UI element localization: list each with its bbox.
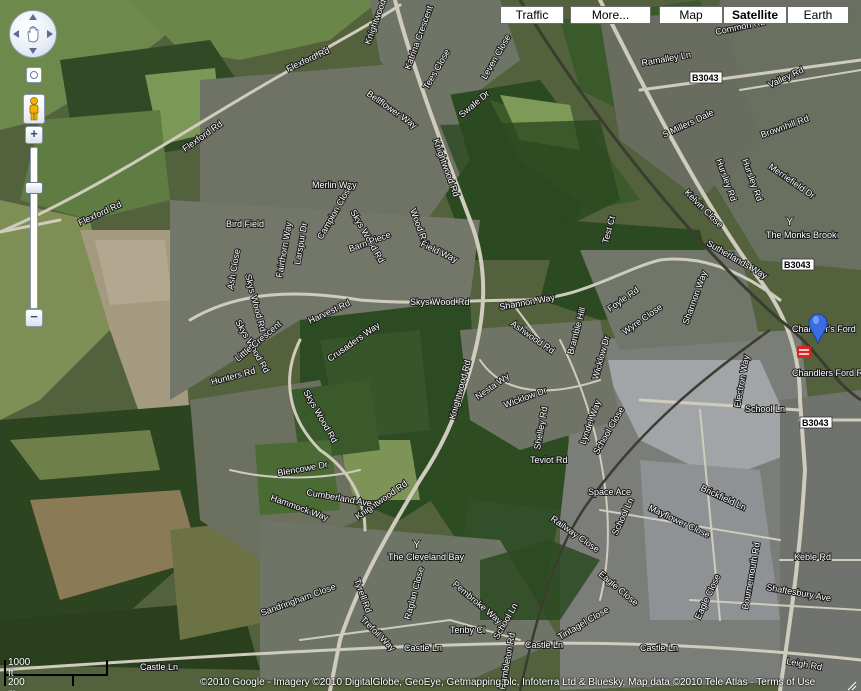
resize-handle-icon[interactable]: [847, 678, 857, 691]
pan-hand-icon: [27, 26, 39, 43]
attribution-text: ©2010 Google - Imagery ©2010 DigitalGlob…: [200, 677, 816, 688]
road-label: Castle Ln: [640, 643, 678, 653]
route-shield-b3043: B3043: [784, 260, 811, 270]
route-shield-b3043: B3043: [692, 73, 719, 83]
road-label: Castle Ln: [404, 643, 442, 653]
zoom-out-button[interactable]: −: [25, 309, 43, 327]
pegman-icon[interactable]: [23, 94, 45, 124]
pan-right-icon: [47, 30, 53, 38]
reset-button[interactable]: [26, 67, 42, 83]
road-label: Tenby Cl: [450, 625, 485, 635]
satellite-imagery[interactable]: Flexford Rd Flexford Rd Flexford Rd Knig…: [0, 0, 861, 691]
poi-label-space-ace: Space Ace: [588, 487, 631, 497]
map-button[interactable]: Map: [659, 6, 723, 24]
pan-left-icon: [13, 30, 19, 38]
road-label: Castle Ln: [140, 662, 178, 672]
traffic-button[interactable]: Traffic: [500, 6, 564, 24]
map-view[interactable]: Flexford Rd Flexford Rd Flexford Rd Knig…: [0, 0, 861, 691]
zoom-slider-thumb[interactable]: [25, 182, 43, 194]
road-label: Castle Ln: [525, 640, 563, 650]
pub-icon: Y: [413, 539, 421, 551]
poi-label-the-cleveland-bay: The Cleveland Bay: [388, 552, 465, 562]
road-label: Keble Rd: [794, 552, 831, 562]
rail-station-icon: [797, 346, 811, 358]
more-button[interactable]: More...: [570, 6, 651, 24]
land-cover: [0, 0, 861, 691]
road-label: School Ln: [745, 404, 785, 414]
pub-icon: Y: [786, 216, 794, 228]
zoom-slider[interactable]: [30, 147, 38, 309]
scale-metric: 200 m: [8, 677, 25, 691]
poi-label-the-monks-brook: The Monks Brook: [766, 230, 837, 240]
pan-up-icon: [29, 14, 37, 20]
road-label: Skys Wood Rd: [410, 297, 469, 307]
pan-control[interactable]: [9, 10, 57, 58]
road-label: Bird Field: [226, 219, 264, 229]
satellite-button[interactable]: Satellite: [723, 6, 787, 24]
pan-down-icon: [29, 48, 37, 54]
zoom-in-button[interactable]: +: [25, 126, 43, 144]
poi-label-chandlers-ford-rail: Chandlers Ford Rail: [792, 368, 861, 378]
road-label: Teviot Rd: [530, 455, 568, 465]
route-shield-b3043: B3043: [802, 418, 829, 428]
earth-button[interactable]: Earth: [787, 6, 849, 24]
